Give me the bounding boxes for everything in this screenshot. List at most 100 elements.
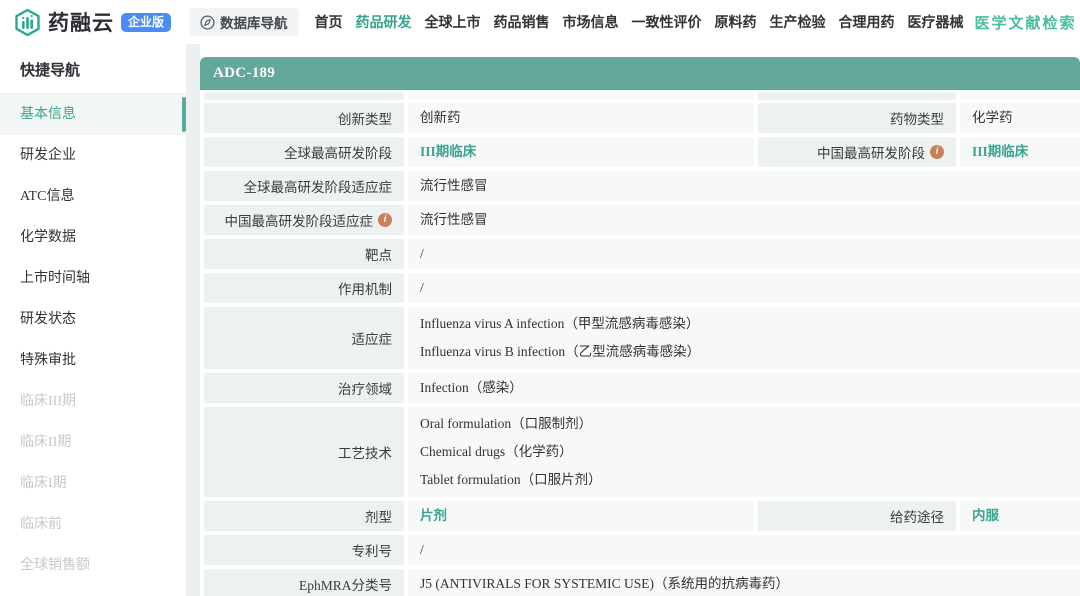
field-value-text: / xyxy=(420,274,1080,302)
table-row: 中国最高研发阶段适应症 i 流行性感冒 xyxy=(204,205,1080,235)
field-value: / xyxy=(408,535,1080,565)
compass-icon xyxy=(200,15,215,30)
table-row: 适应症 Influenza virus A infection（甲型流感病毒感染）… xyxy=(204,307,1080,369)
field-label: 给药途径 xyxy=(758,501,956,531)
nav-item-药品研发[interactable]: 药品研发 xyxy=(356,12,412,32)
nav-item-合理用药[interactable]: 合理用药 xyxy=(839,12,895,32)
field-label xyxy=(758,92,956,100)
field-value-link[interactable]: 内服 xyxy=(972,502,1080,530)
field-value: 流行性感冒 xyxy=(408,205,1080,235)
sidebar-item-研发状态[interactable]: 研发状态 xyxy=(0,299,186,340)
sidebar-item-基本信息[interactable]: 基本信息 xyxy=(0,94,186,135)
field-value: / xyxy=(408,273,1080,303)
drug-title: ADC-189 xyxy=(213,65,275,82)
field-label: 治疗领域 xyxy=(204,373,404,403)
main-content: ADC-189 创新类型创新药药物类型化学药全球最高研发阶段III期临床中国最高… xyxy=(200,44,1080,596)
nav-item-medical-literature-search[interactable]: 医学文献检索 xyxy=(975,12,1077,33)
nav-item-市场信息[interactable]: 市场信息 xyxy=(563,12,619,32)
field-value: 流行性感冒 xyxy=(408,171,1080,201)
field-label-text: 药物类型 xyxy=(890,108,944,128)
field-value: III期临床 xyxy=(960,137,1080,167)
hexagon-chart-icon xyxy=(14,8,41,37)
field-value: 创新药 xyxy=(408,103,754,133)
nav-item-首页[interactable]: 首页 xyxy=(315,12,343,32)
field-value: Influenza virus A infection（甲型流感病毒感染）Inf… xyxy=(408,307,1080,369)
field-value xyxy=(408,92,754,100)
field-label-text: 工艺技术 xyxy=(338,442,392,462)
quick-nav-sidebar: 快捷导航 基本信息研发企业ATC信息化学数据上市时间轴研发状态特殊审批临床III… xyxy=(0,44,186,596)
field-value-link[interactable]: III期临床 xyxy=(972,138,1080,166)
sidebar-items: 基本信息研发企业ATC信息化学数据上市时间轴研发状态特殊审批临床III期临床II… xyxy=(0,94,186,586)
sidebar-item-临床II期[interactable]: 临床II期 xyxy=(0,422,186,463)
field-label: 创新类型 xyxy=(204,103,404,133)
field-value-text: Chemical drugs（化学药） xyxy=(420,438,1080,466)
field-label: 作用机制 xyxy=(204,273,404,303)
sidebar-item-临床III期[interactable]: 临床III期 xyxy=(0,381,186,422)
page-body: 快捷导航 基本信息研发企业ATC信息化学数据上市时间轴研发状态特殊审批临床III… xyxy=(0,44,1080,596)
table-row: 剂型片剂给药途径内服 xyxy=(204,501,1080,531)
field-value-text: Influenza virus A infection（甲型流感病毒感染） xyxy=(420,310,1080,338)
field-label-text: 作用机制 xyxy=(338,278,392,298)
topbar: 药融云 企业版 数据库导航 首页药品研发全球上市药品销售市场信息一致性评价原料药… xyxy=(0,0,1080,44)
field-value-text: Influenza virus B infection（乙型流感病毒感染） xyxy=(420,338,1080,366)
field-value: 内服 xyxy=(960,501,1080,531)
sidebar-item-上市时间轴[interactable]: 上市时间轴 xyxy=(0,258,186,299)
field-label-text: 全球最高研发阶段适应症 xyxy=(244,176,393,196)
field-label-text: 创新类型 xyxy=(338,108,392,128)
field-value-text: Infection（感染） xyxy=(420,374,1080,402)
field-label: 中国最高研发阶段 i xyxy=(758,137,956,167)
info-icon[interactable]: i xyxy=(378,213,392,227)
field-label: 中国最高研发阶段适应症 i xyxy=(204,205,404,235)
database-nav-label: 数据库导航 xyxy=(220,12,288,32)
sidebar-item-临床前[interactable]: 临床前 xyxy=(0,504,186,545)
nav-item-医疗器械[interactable]: 医疗器械 xyxy=(908,12,964,32)
drug-title-bar: ADC-189 xyxy=(200,57,1080,90)
field-value-text: / xyxy=(420,536,1080,564)
logo[interactable]: 药融云 企业版 xyxy=(14,7,171,37)
sidebar-title: 快捷导航 xyxy=(0,44,186,94)
clipped-row xyxy=(204,92,1080,100)
nav-item-生产检验[interactable]: 生产检验 xyxy=(770,12,826,32)
table-row: 创新类型创新药药物类型化学药 xyxy=(204,103,1080,133)
field-label: 专利号 xyxy=(204,535,404,565)
nav-item-原料药[interactable]: 原料药 xyxy=(715,12,757,32)
field-value-text: 创新药 xyxy=(420,104,754,132)
nav-item-一致性评价[interactable]: 一致性评价 xyxy=(632,12,702,32)
field-value-text: / xyxy=(420,240,1080,268)
field-value: 片剂 xyxy=(408,501,754,531)
nav-item-全球上市[interactable]: 全球上市 xyxy=(425,12,481,32)
field-label: 靶点 xyxy=(204,239,404,269)
field-value-link[interactable]: III期临床 xyxy=(420,138,754,166)
field-value-link[interactable]: 片剂 xyxy=(420,502,754,530)
sidebar-item-化学数据[interactable]: 化学数据 xyxy=(0,217,186,258)
field-label-text: 中国最高研发阶段适应症 xyxy=(225,210,374,230)
field-value-text: Tablet formulation（口服片剂） xyxy=(420,466,1080,494)
logo-text: 药融云 xyxy=(48,7,114,37)
table-row: EphMRA分类号J5 (ANTIVIRALS FOR SYSTEMIC USE… xyxy=(204,569,1080,596)
field-label-text: 专利号 xyxy=(352,540,393,560)
field-label-text: 适应症 xyxy=(352,328,393,348)
field-value-text: 流行性感冒 xyxy=(420,172,1080,200)
info-icon[interactable]: i xyxy=(930,145,944,159)
field-value: / xyxy=(408,239,1080,269)
field-label: 剂型 xyxy=(204,501,404,531)
sidebar-item-全球销售额[interactable]: 全球销售额 xyxy=(0,545,186,586)
table-row: 靶点 / xyxy=(204,239,1080,269)
table-row xyxy=(204,92,1080,100)
field-value: J5 (ANTIVIRALS FOR SYSTEMIC USE)（系统用的抗病毒… xyxy=(408,569,1080,596)
table-row: 工艺技术 Oral formulation（口服制剂）Chemical drugs… xyxy=(204,407,1080,497)
sidebar-content-divider xyxy=(186,44,200,596)
sidebar-item-特殊审批[interactable]: 特殊审批 xyxy=(0,340,186,381)
sidebar-item-研发企业[interactable]: 研发企业 xyxy=(0,135,186,176)
field-label-text: 全球最高研发阶段 xyxy=(284,142,392,162)
field-label-text: 中国最高研发阶段 xyxy=(817,142,925,162)
database-nav-button[interactable]: 数据库导航 xyxy=(189,8,299,36)
sidebar-item-临床I期[interactable]: 临床I期 xyxy=(0,463,186,504)
table-row: 专利号 / xyxy=(204,535,1080,565)
field-label: EphMRA分类号 xyxy=(204,569,404,596)
field-value: Oral formulation（口服制剂）Chemical drugs（化学药… xyxy=(408,407,1080,497)
sidebar-item-ATC信息[interactable]: ATC信息 xyxy=(0,176,186,217)
enterprise-badge: 企业版 xyxy=(121,13,171,32)
nav-item-药品销售[interactable]: 药品销售 xyxy=(494,12,550,32)
table-row: 作用机制 / xyxy=(204,273,1080,303)
